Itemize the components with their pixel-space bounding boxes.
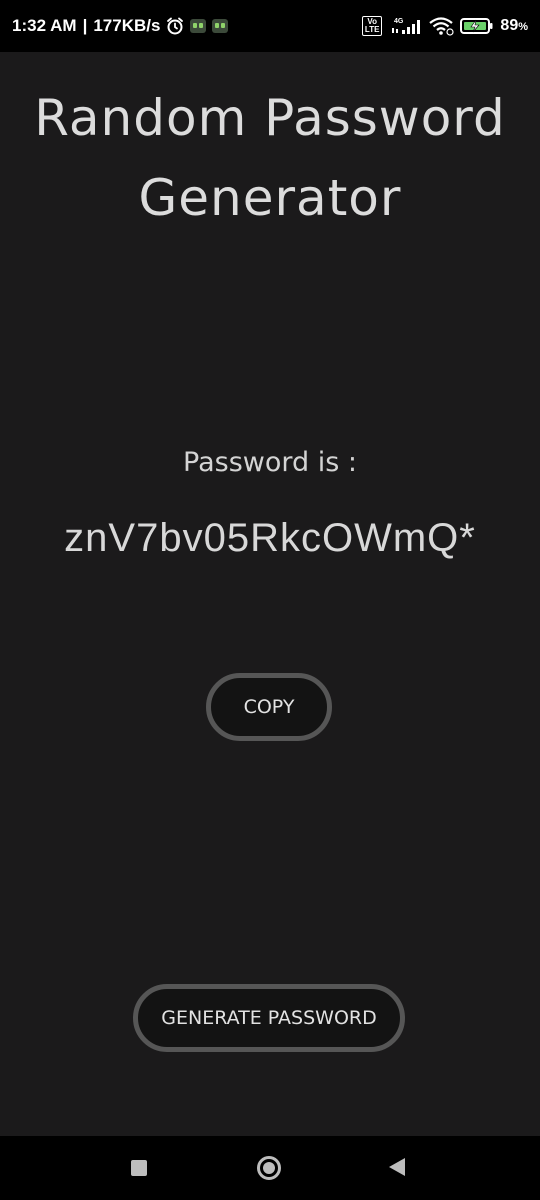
generate-password-button[interactable]: GENERATE PASSWORD xyxy=(133,984,405,1052)
navigation-bar xyxy=(0,1136,540,1200)
status-left: 1:32 AM | 177KB/s xyxy=(12,16,229,36)
app-notification-icon xyxy=(190,19,207,33)
status-time: 1:32 AM xyxy=(12,16,77,35)
password-value: znV7bv05RkcOWmQ* xyxy=(64,516,476,560)
wifi-icon xyxy=(428,16,455,36)
home-icon[interactable] xyxy=(257,1156,281,1180)
volte-icon: Vo LTE xyxy=(361,16,383,36)
signal-icon: 4G xyxy=(388,16,422,36)
alarm-icon xyxy=(166,17,184,35)
title-line-2: Generator xyxy=(138,169,402,227)
back-icon[interactable] xyxy=(389,1158,405,1176)
battery-percent: 89% xyxy=(500,17,528,34)
status-separator: | xyxy=(82,16,88,35)
battery-charging-icon xyxy=(460,17,494,35)
password-label: Password is : xyxy=(183,447,357,478)
app-notification-icon xyxy=(212,19,229,33)
copy-button[interactable]: COPY xyxy=(206,673,332,741)
network-type-label: 4G xyxy=(394,18,404,25)
page-title: Random Password Generator xyxy=(0,78,540,238)
status-bar: 1:32 AM | 177KB/s Vo LTE 4G 89% xyxy=(0,0,540,52)
title-line-1: Random Password xyxy=(34,89,506,147)
status-network-speed: 177KB/s xyxy=(93,16,161,35)
recent-apps-icon[interactable] xyxy=(131,1160,147,1176)
status-right: Vo LTE 4G 89% xyxy=(361,16,528,36)
